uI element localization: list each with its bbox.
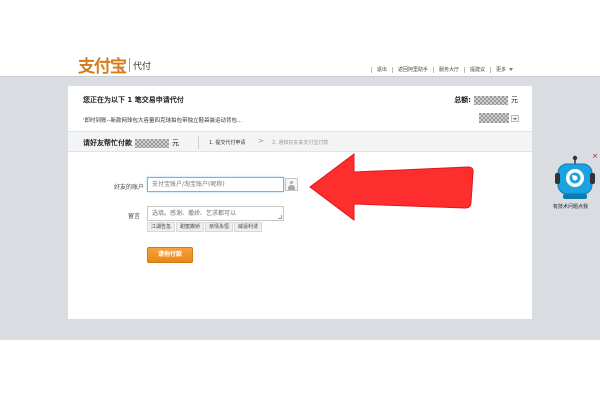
- person-icon: [288, 181, 295, 190]
- quick-tag-threat[interactable]: 威逼利诱: [234, 222, 263, 232]
- nav-feedback[interactable]: 提建议: [463, 67, 490, 73]
- request-amount-mosaic: [135, 138, 169, 148]
- robot-mascot-icon: [555, 155, 595, 199]
- message-placeholder: 选填。感谢、撒娇、乞求都可以: [152, 210, 237, 217]
- alipay-logo[interactable]: 支付宝 代付: [78, 52, 151, 77]
- chevron-down-icon: [513, 117, 517, 120]
- steps-bar: 请好友帮忙付款 元 1. 提交代付申请 > 2. 通知好友来支付宝付款: [68, 131, 532, 152]
- quick-message-tags: 江湖告急 甜蜜撒娇 亲情永恒 威逼利诱: [147, 222, 263, 232]
- nav-back-assistant[interactable]: 返回阿里助手: [391, 67, 433, 73]
- item-amount-mosaic: [479, 113, 509, 123]
- quick-tag-sweet[interactable]: 甜蜜撒娇: [176, 222, 205, 232]
- quick-tag-family[interactable]: 亲情永恒: [205, 222, 234, 232]
- tech-help-label: 有技术问题点我: [553, 204, 589, 210]
- logo-separator: [129, 57, 130, 72]
- message-textarea[interactable]: 选填。感谢、撒娇、乞求都可以: [147, 206, 284, 221]
- order-item-title[interactable]: '即时到账--新款网球包大容量四克球拍包带独立鞋袋装运动背包...: [83, 116, 242, 124]
- friend-account-input[interactable]: [147, 177, 284, 192]
- contacts-button[interactable]: [285, 178, 298, 191]
- step-2: 2. 通知好友来支付宝付款: [272, 140, 329, 146]
- chevron-down-icon: [509, 68, 513, 71]
- account-label: 好友的账户: [113, 184, 144, 191]
- nav-more-label: 更多: [495, 67, 506, 73]
- resize-handle-icon[interactable]: [278, 215, 282, 219]
- message-label: 留言: [127, 213, 140, 220]
- steps-title-text: 请好友帮忙付款: [83, 139, 132, 147]
- request-payment-button[interactable]: 请他付款: [147, 247, 193, 263]
- steps-title: 请好友帮忙付款 元: [83, 138, 179, 148]
- quick-tag-emergency[interactable]: 江湖告急: [147, 222, 176, 232]
- total-amount-mosaic: [474, 95, 508, 105]
- total-unit: 元: [511, 96, 518, 104]
- expand-item-button[interactable]: [511, 115, 519, 122]
- order-total: 总额: 元: [454, 95, 518, 105]
- tech-help-widget[interactable]: × 有技术问题点我: [550, 152, 600, 214]
- steps-divider: [198, 136, 199, 149]
- total-label: 总额:: [454, 96, 471, 104]
- arrow-left-icon: [309, 153, 474, 221]
- page: 支付宝 代付 退出 返回阿里助手 服务大厅 提建议 更多 您正在为以下 1 笔交…: [0, 0, 600, 400]
- logo-main-text: 支付宝: [78, 57, 127, 77]
- logo-sub-text: 代付: [133, 62, 152, 72]
- top-nav: 退出 返回阿里助手 服务大厅 提建议 更多: [370, 66, 518, 74]
- nav-logout[interactable]: 退出: [370, 67, 392, 73]
- step-arrow: >: [258, 137, 264, 145]
- nav-more[interactable]: 更多: [489, 67, 518, 73]
- order-title: 您正在为以下 1 笔交易申请代付: [83, 96, 184, 104]
- steps-unit: 元: [172, 139, 179, 147]
- nav-service-hall[interactable]: 服务大厅: [432, 67, 464, 73]
- step-1: 1. 提交代付申请: [209, 140, 246, 146]
